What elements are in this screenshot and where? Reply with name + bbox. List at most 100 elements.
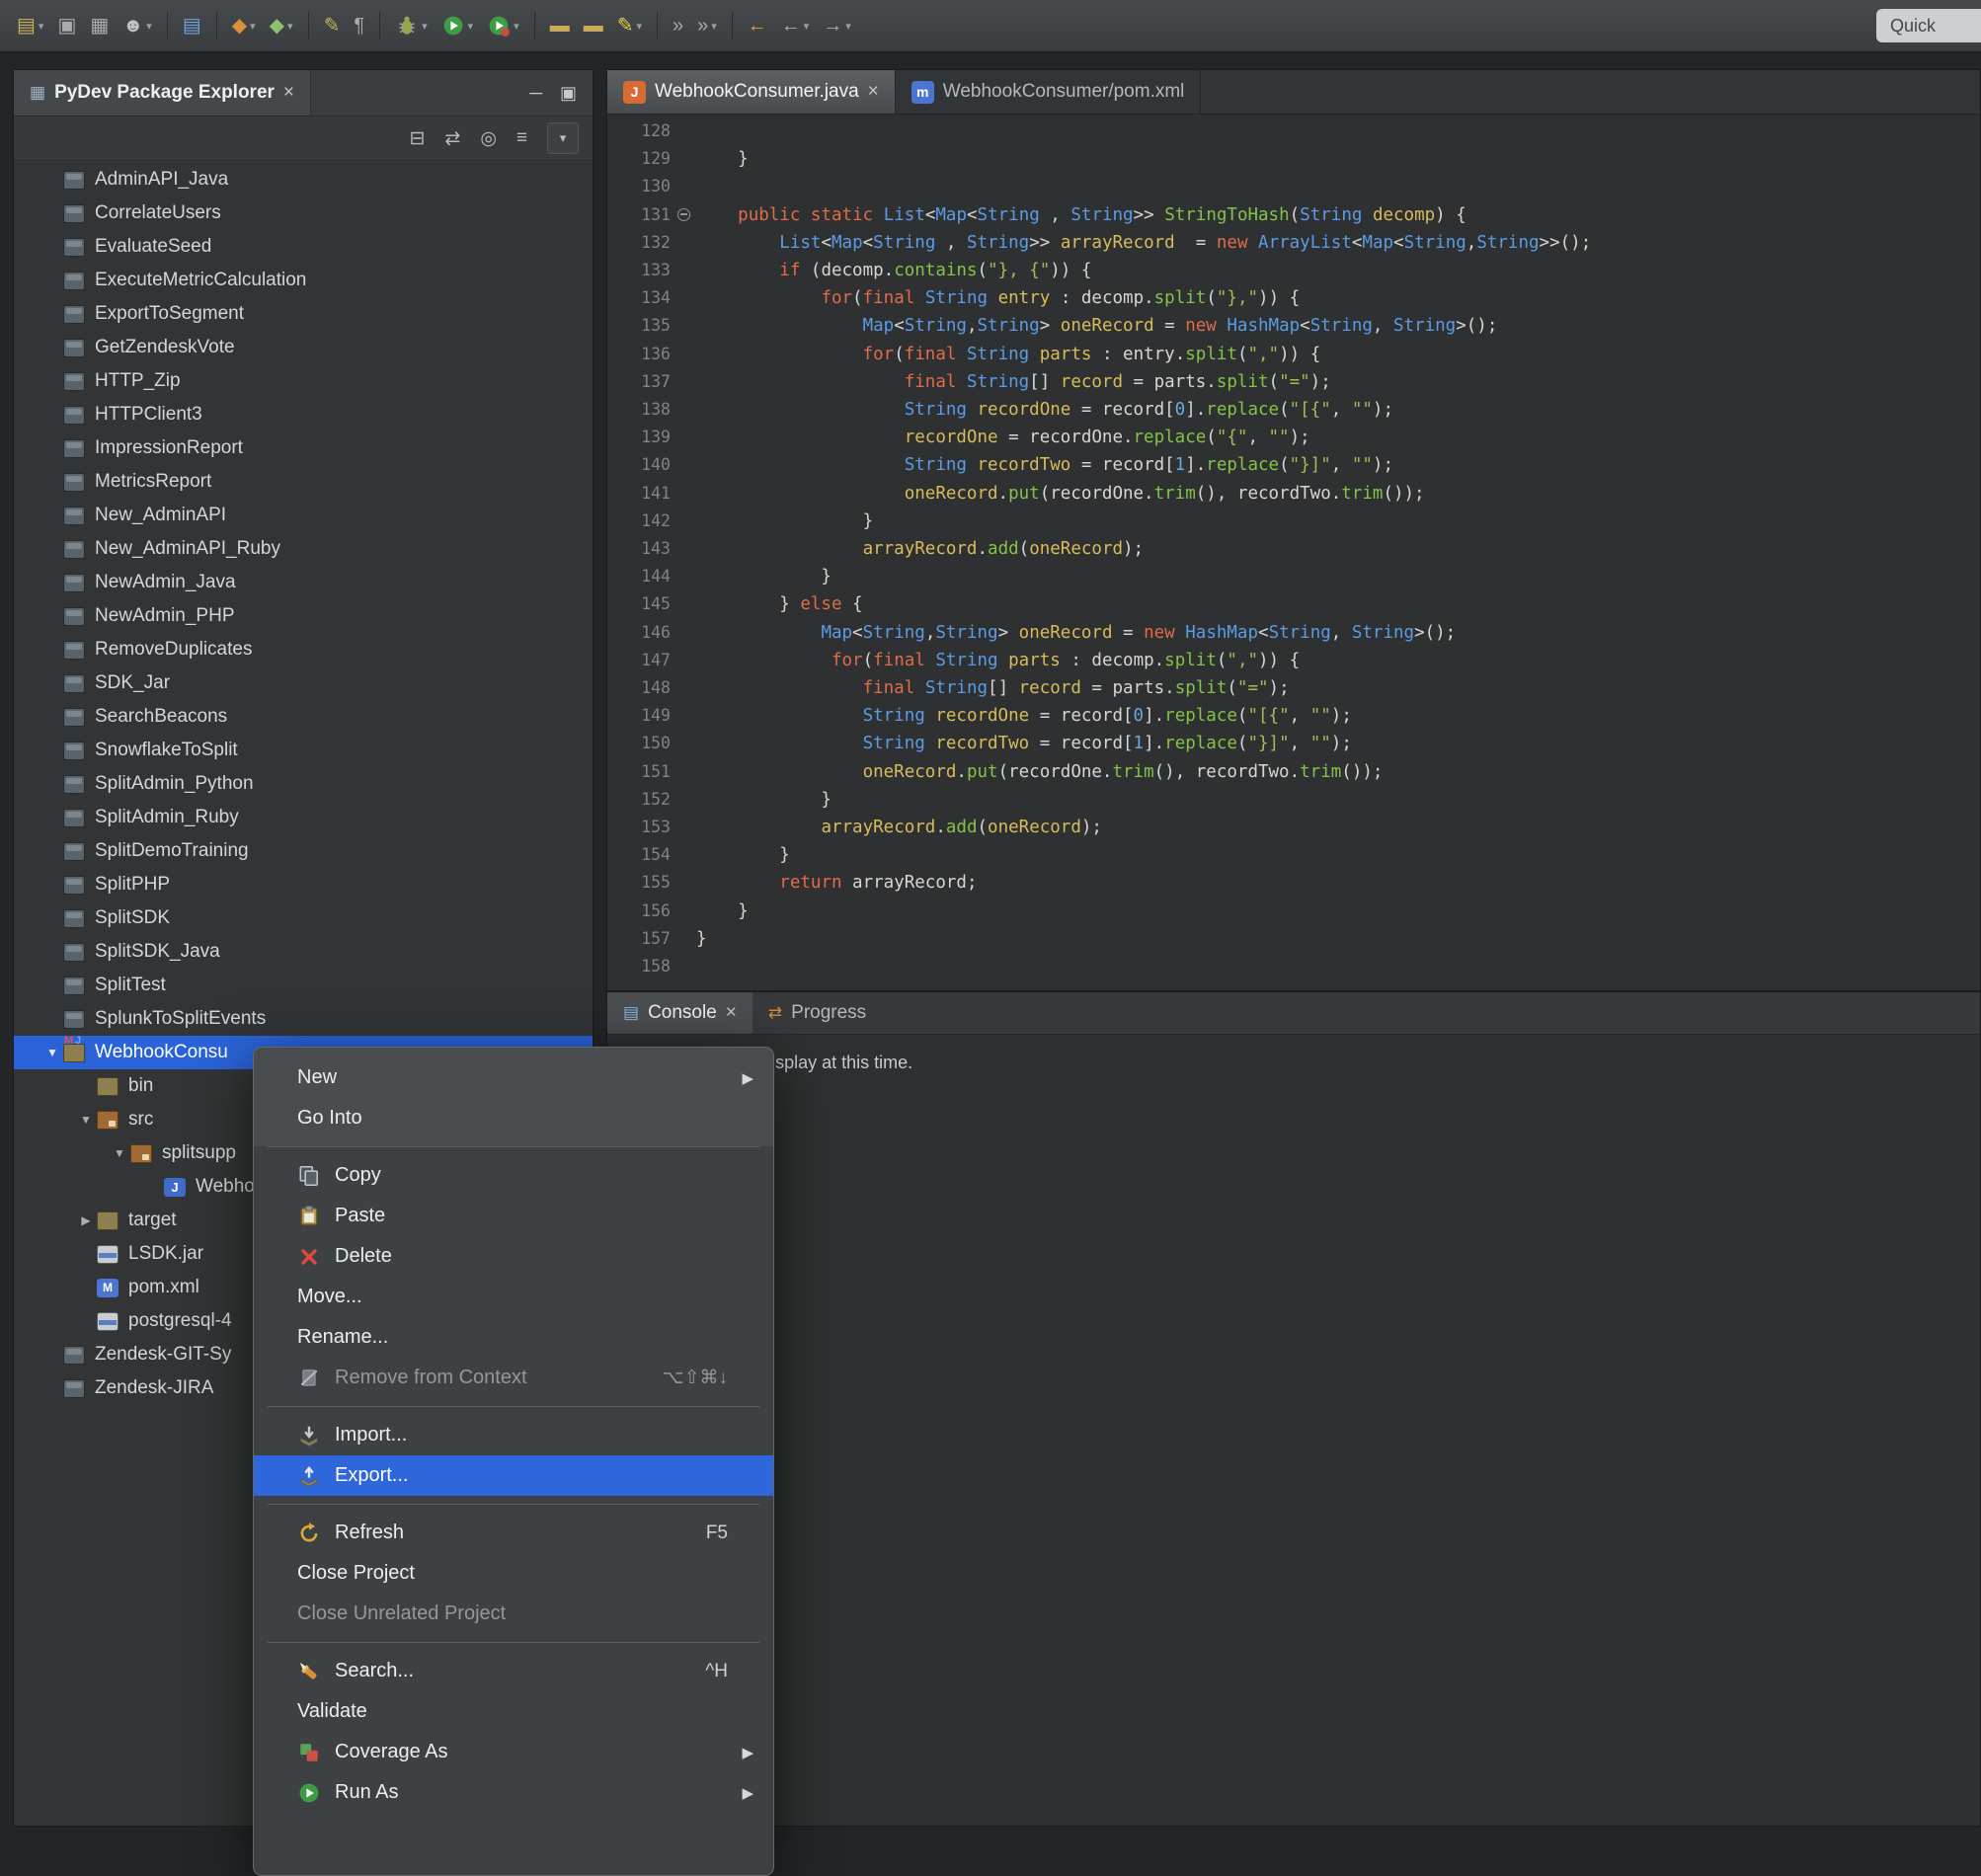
forward-icon[interactable]: →▾ [817,7,857,44]
menu-item-new[interactable]: New▶ [254,1057,773,1098]
menu-item-rename[interactable]: Rename... [254,1317,773,1358]
focus-icon[interactable]: ≡ [516,127,527,149]
fold-marker-icon[interactable] [671,201,696,229]
tree-item-adminapi-java[interactable]: AdminAPI_Java [14,163,593,196]
code-text: } [696,563,832,590]
tree-item-new-adminapi-ruby[interactable]: New_AdminAPI_Ruby [14,532,593,566]
console-window-icon[interactable]: ▤ [177,7,207,44]
annotation-icon[interactable]: ✎ [318,7,347,44]
code-line-130: 130 [607,173,1980,200]
expand-arrow-icon[interactable]: ▼ [109,1146,130,1160]
menu-item-search[interactable]: Search...^H [254,1651,773,1691]
tree-item-splitphp[interactable]: SplitPHP [14,868,593,901]
tree-item-httpclient3[interactable]: HTTPClient3 [14,398,593,431]
new-package-icon[interactable]: ◆▾ [264,7,299,44]
code-editor[interactable]: 128129 }130131 public static List<Map<St… [607,114,1980,990]
menu-item-import[interactable]: Import... [254,1415,773,1455]
editor-tab-webhookconsumer-java[interactable]: JWebhookConsumer.java× [607,70,896,114]
expand-arrow-icon[interactable]: ▼ [75,1113,97,1127]
console-tab-label: Console [648,1002,717,1024]
tree-item-splittest[interactable]: SplitTest [14,969,593,1002]
console-tab-console[interactable]: ▤Console× [607,992,753,1034]
save-icon[interactable]: ▣ [51,7,82,44]
progress-icon: ⇄ [768,1003,782,1023]
menu-item-copy[interactable]: Copy [254,1155,773,1196]
link-with-editor-icon[interactable]: ⇄ [444,127,460,150]
menu-item-move[interactable]: Move... [254,1277,773,1317]
last-edit-location-icon[interactable]: ← [742,7,773,44]
editor-tab-webhookconsumer-pom-xml[interactable]: mWebhookConsumer/pom.xml [896,70,1202,114]
tree-item-sdk-jar[interactable]: SDK_Jar [14,666,593,700]
tree-item-getzendeskvote[interactable]: GetZendeskVote [14,331,593,364]
view-menu-icon[interactable]: ▾ [547,122,579,154]
console-tab-progress[interactable]: ⇄Progress [753,992,882,1034]
code-line-148: 148 final String[] record = parts.split(… [607,674,1980,702]
back-icon[interactable]: ←▾ [775,7,816,44]
tree-item-label: New_AdminAPI [95,505,226,526]
tree-item-splitdemotraining[interactable]: SplitDemoTraining [14,834,593,868]
show-whitespace-icon[interactable]: ¶ [348,7,370,44]
tree-item-splitadmin-ruby[interactable]: SplitAdmin_Ruby [14,801,593,834]
skip-breakpoints-icon[interactable]: » [667,7,689,44]
step-filters-icon[interactable]: »▾ [691,7,723,44]
tree-item-executemetriccalculation[interactable]: ExecuteMetricCalculation [14,264,593,297]
code-line-129: 129 } [607,145,1980,173]
user-profile-icon[interactable]: ☻▾ [117,7,158,44]
code-line-136: 136 for(final String parts : entry.split… [607,341,1980,368]
tree-item-new-adminapi[interactable]: New_AdminAPI [14,499,593,532]
tree-item-impressionreport[interactable]: ImpressionReport [14,431,593,465]
profile-icon[interactable]: ▾ [481,7,525,44]
menu-item-paste[interactable]: Paste [254,1196,773,1236]
menu-item-validate[interactable]: Validate [254,1691,773,1732]
close-view-icon[interactable]: × [283,82,294,104]
maximize-view-icon[interactable]: ▣ [560,83,577,104]
tree-item-newadmin-php[interactable]: NewAdmin_PHP [14,599,593,633]
open-folder-icon[interactable]: ▬ [544,7,576,44]
tree-item-newadmin-java[interactable]: NewAdmin_Java [14,566,593,599]
tree-item-splitsdk-java[interactable]: SplitSDK_Java [14,935,593,969]
line-number: 130 [607,173,671,200]
open-type-icon[interactable]: ◆▾ [226,7,262,44]
debug-icon[interactable]: ▾ [389,7,434,44]
tree-item-snowflaketosplit[interactable]: SnowflakeToSplit [14,734,593,767]
tree-item-label: SplitAdmin_Python [95,773,254,795]
menu-item-delete[interactable]: Delete [254,1236,773,1277]
menu-item-close-project[interactable]: Close Project [254,1553,773,1594]
tree-item-metricsreport[interactable]: MetricsReport [14,465,593,499]
tree-item-exporttosegment[interactable]: ExportToSegment [14,297,593,331]
quick-access-input[interactable]: Quick [1876,9,1981,42]
menu-item-coverage-as[interactable]: Coverage As▶ [254,1732,773,1772]
new-wizard-icon[interactable]: ▤▾ [11,7,49,44]
save-all-icon[interactable]: ▦ [84,7,115,44]
tab-package-explorer[interactable]: ▦ PyDev Package Explorer × [14,70,311,116]
menu-item-run-as[interactable]: Run As▶ [254,1772,773,1813]
paste-icon [297,1205,323,1228]
new-folder-icon[interactable]: ▬ [578,7,609,44]
quick-access-label: Quick [1890,16,1936,37]
tree-item-searchbeacons[interactable]: SearchBeacons [14,700,593,734]
tree-item-splitsdk[interactable]: SplitSDK [14,901,593,935]
tree-item-http-zip[interactable]: HTTP_Zip [14,364,593,398]
minimize-view-icon[interactable]: ─ [529,83,542,104]
menu-item-export[interactable]: Export... [254,1455,773,1496]
line-number: 156 [607,898,671,925]
menu-item-refresh[interactable]: RefreshF5 [254,1513,773,1553]
tree-item-splunktosplitevents[interactable]: SplunkToSplitEvents [14,1002,593,1036]
expand-arrow-icon[interactable]: ▶ [75,1213,97,1227]
line-number: 141 [607,480,671,508]
filter-icon[interactable]: ◎ [480,127,497,150]
expand-arrow-icon[interactable]: ▼ [41,1046,63,1059]
collapse-all-icon[interactable]: ⊟ [409,127,425,150]
tree-item-correlateusers[interactable]: CorrelateUsers [14,196,593,230]
java-file-icon [164,1178,186,1197]
tree-item-removeduplicates[interactable]: RemoveDuplicates [14,633,593,666]
tree-item-splitadmin-python[interactable]: SplitAdmin_Python [14,767,593,801]
highlighter-icon[interactable]: ✎▾ [611,7,648,44]
menu-item-go-into[interactable]: Go Into [254,1098,773,1138]
close-tab-icon[interactable]: × [726,1002,737,1024]
close-tab-icon[interactable]: × [868,81,879,103]
tree-item-evaluateseed[interactable]: EvaluateSeed [14,230,593,264]
folder-icon [97,1212,119,1230]
run-icon[interactable]: ▾ [436,7,480,44]
tree-item-label: HTTPClient3 [95,404,202,426]
